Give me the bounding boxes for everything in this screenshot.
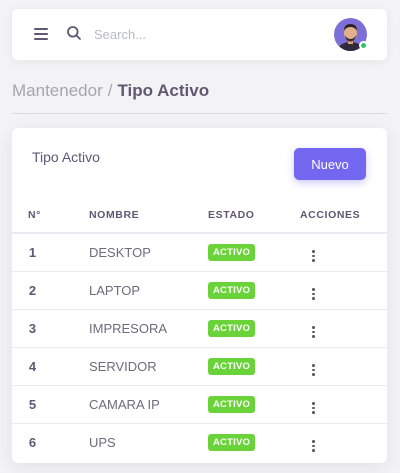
more-vertical-icon[interactable]: [308, 438, 319, 454]
user-avatar[interactable]: [334, 18, 368, 51]
status-badge: ACTIVO: [208, 244, 256, 262]
table-row: 5 CAMARA IP ACTIVO: [12, 385, 387, 424]
search-icon[interactable]: [66, 25, 82, 41]
column-header-nombre[interactable]: NOMBRE: [89, 197, 208, 234]
column-header-estado[interactable]: ESTADO: [208, 197, 300, 234]
row-number: 4: [12, 347, 89, 386]
row-number: 5: [12, 385, 89, 424]
card-title: Tipo Activo: [32, 149, 100, 165]
table-row: 4 SERVIDOR ACTIVO: [12, 347, 387, 386]
row-nombre: UPS: [89, 434, 116, 450]
search-input[interactable]: [94, 23, 284, 45]
column-header-acciones: ACCIONES: [300, 197, 387, 234]
row-number: 3: [12, 309, 89, 348]
table-row: 6 UPS ACTIVO: [12, 423, 387, 461]
breadcrumb-separator: /: [107, 81, 113, 100]
row-nombre: SERVIDOR: [89, 347, 208, 386]
row-number: 2: [12, 271, 89, 310]
new-button[interactable]: Nuevo: [294, 148, 366, 180]
more-vertical-icon[interactable]: [308, 324, 319, 340]
status-badge: ACTIVO: [208, 434, 256, 452]
table-row: 3 IMPRESORA ACTIVO: [12, 309, 387, 348]
row-number: 1: [12, 233, 89, 272]
status-badge: ACTIVO: [208, 358, 256, 375]
online-status-dot: [359, 41, 368, 50]
breadcrumb-parent[interactable]: Mantenedor: [12, 81, 103, 101]
row-nombre: LAPTOP: [89, 271, 208, 310]
tipo-activo-table: N° NOMBRE ESTADO ACCIONES 1 DESKTOP ACTI…: [12, 197, 387, 461]
more-vertical-icon[interactable]: [308, 286, 319, 302]
tipo-activo-card: Tipo Activo Nuevo N° NOMBRE ESTADO ACCIO…: [12, 128, 387, 463]
status-badge: ACTIVO: [208, 320, 256, 337]
status-badge: ACTIVO: [208, 396, 256, 413]
table-header-row: N° NOMBRE ESTADO ACCIONES: [12, 197, 387, 234]
row-nombre: DESKTOP: [89, 233, 208, 272]
row-nombre: CAMARA IP: [89, 385, 208, 424]
table-row: 1 DESKTOP ACTIVO: [12, 233, 387, 272]
more-vertical-icon[interactable]: [308, 400, 319, 416]
more-vertical-icon[interactable]: [308, 248, 319, 264]
menu-icon[interactable]: [34, 25, 50, 43]
breadcrumb-divider: [12, 113, 387, 114]
column-header-number[interactable]: N°: [12, 197, 89, 234]
row-number: 6: [28, 434, 37, 450]
more-vertical-icon[interactable]: [308, 362, 319, 378]
row-nombre: IMPRESORA: [89, 309, 208, 348]
top-navbar: [12, 9, 387, 60]
breadcrumb-current: Tipo Activo: [117, 81, 210, 100]
breadcrumb: Mantenedor / Tipo Activo: [12, 81, 209, 101]
status-badge: ACTIVO: [208, 282, 256, 299]
table-row: 2 LAPTOP ACTIVO: [12, 271, 387, 310]
